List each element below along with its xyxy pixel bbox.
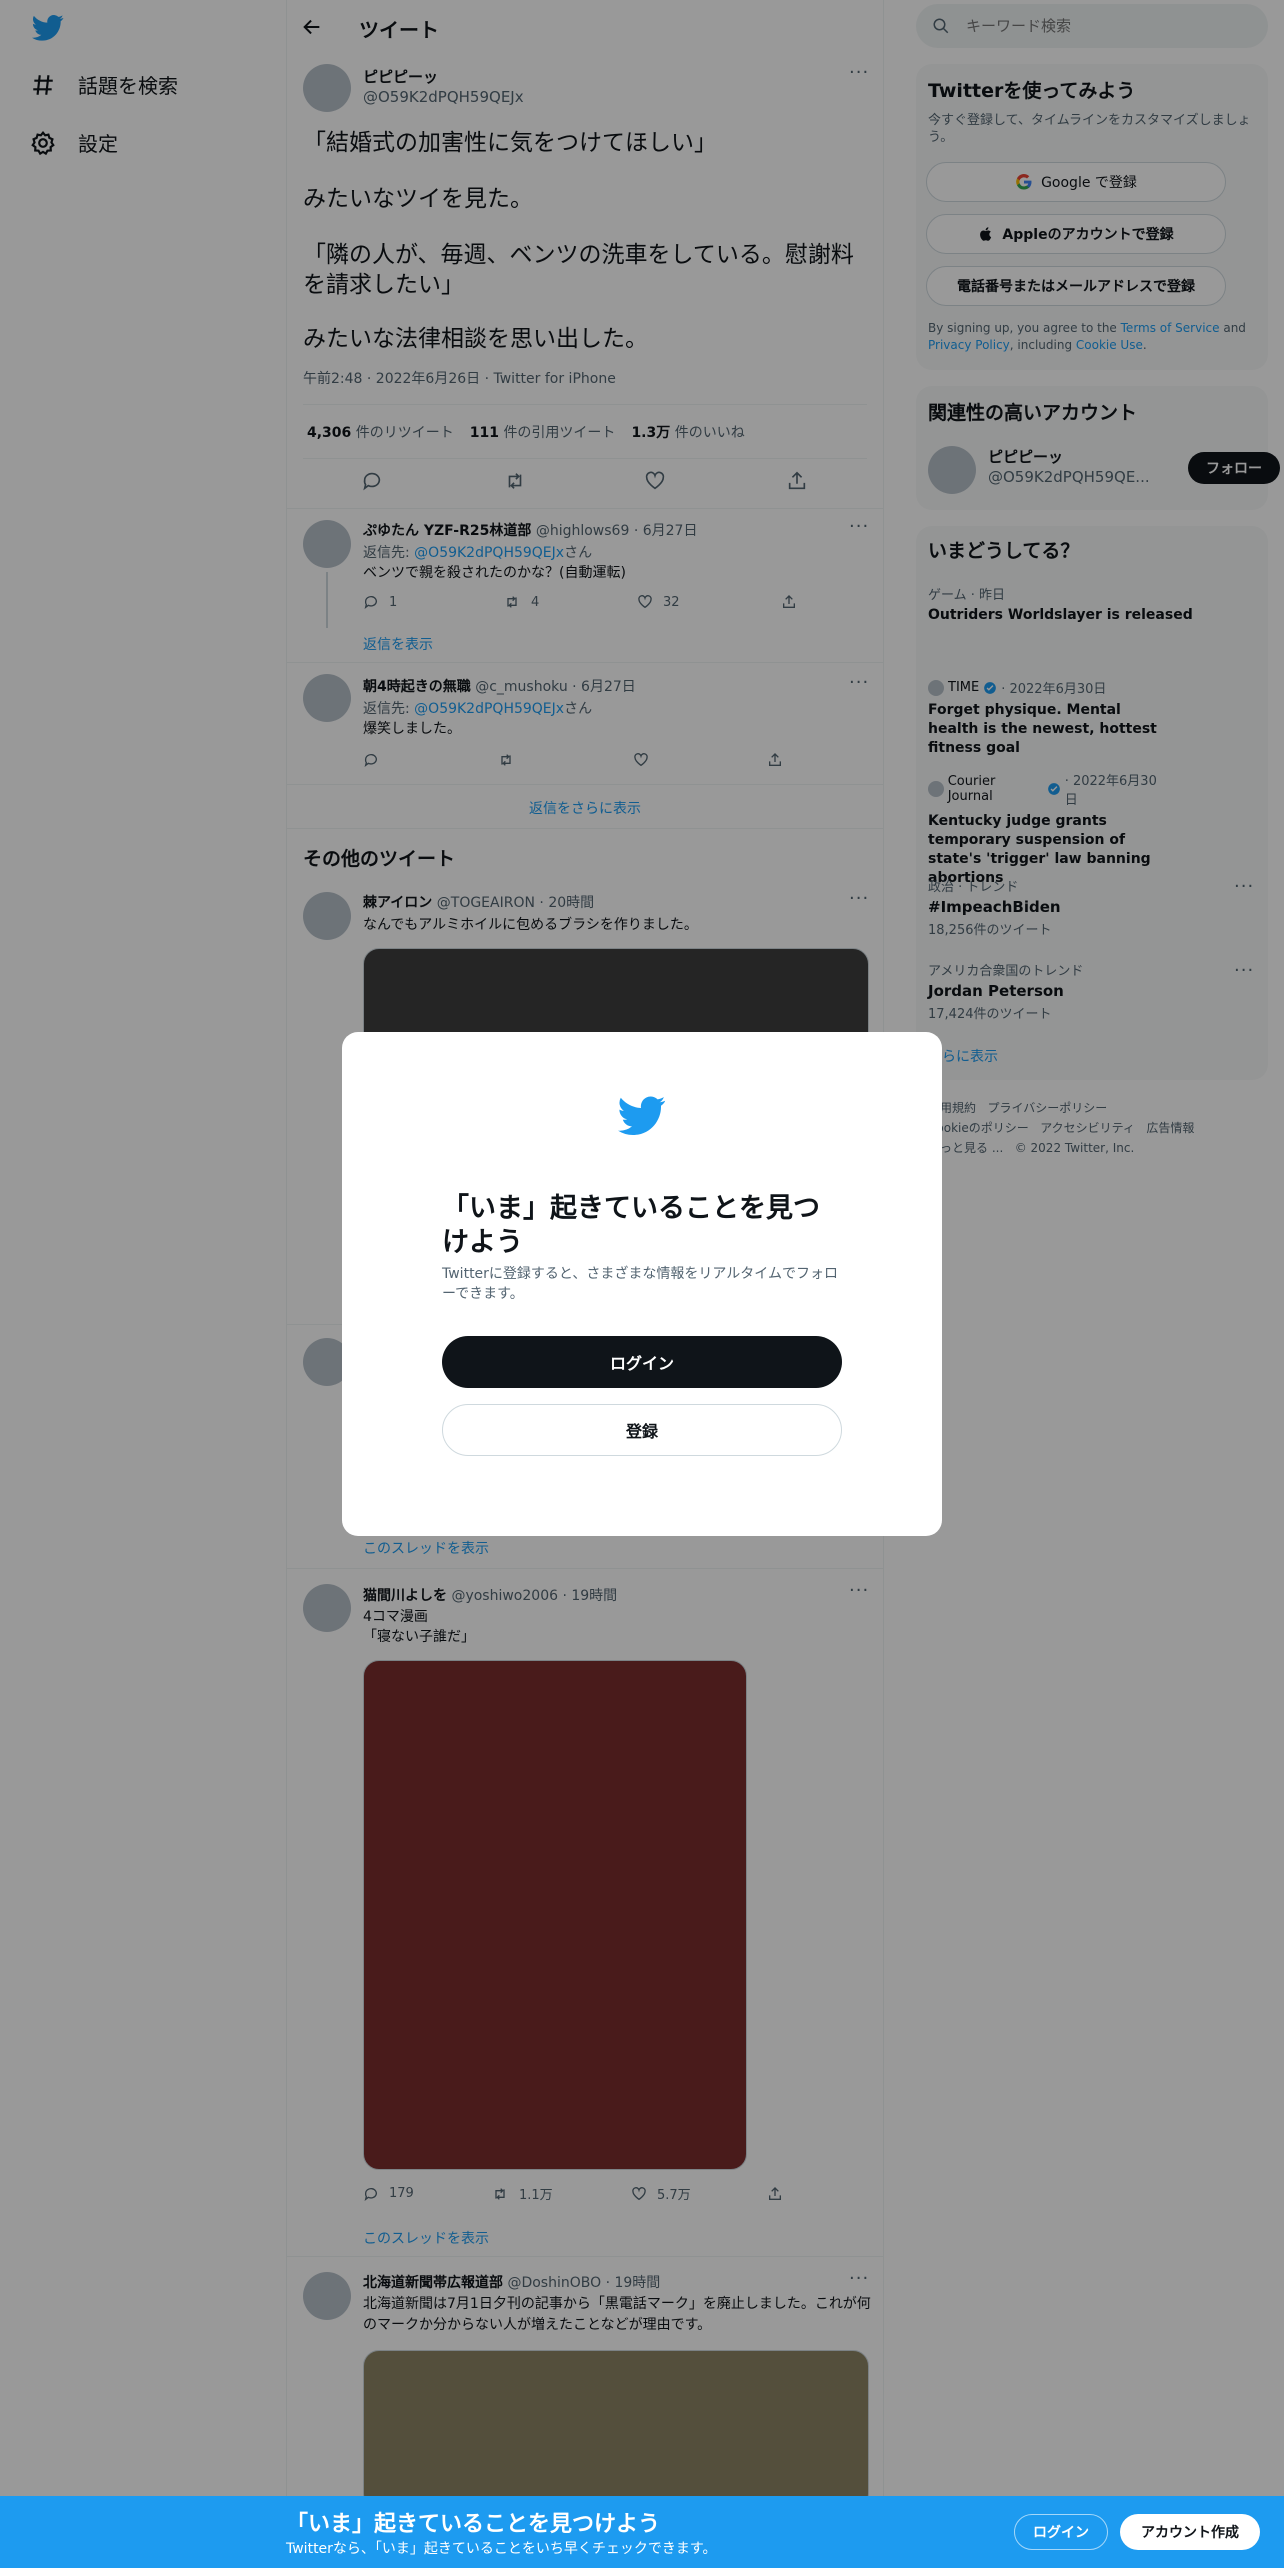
bottom-signup-bar: 「いま」起きていることを見つけよう Twitterなら、「いま」起きていることを… <box>0 2496 1284 2568</box>
login-modal: 「いま」起きていることを見つけよう Twitterに登録すると、さまざまな情報を… <box>342 1032 942 1536</box>
modal-title: 「いま」起きていることを見つけよう <box>442 1193 820 1258</box>
bottom-bar-title: 「いま」起きていることを見つけよう <box>286 2512 661 2537</box>
login-button[interactable]: ログイン <box>442 1336 842 1388</box>
bottom-signup-button[interactable]: アカウント作成 <box>1120 2514 1260 2550</box>
signup-button[interactable]: 登録 <box>442 1404 842 1456</box>
bottom-bar-subtitle: Twitterなら、「いま」起きていることをいち早くチェックできます。 <box>286 2541 717 2557</box>
modal-subtitle: Twitterに登録すると、さまざまな情報をリアルタイムでフォローできます。 <box>442 1266 838 1302</box>
twitter-bird-icon <box>618 1096 666 1136</box>
bottom-login-button[interactable]: ログイン <box>1014 2514 1108 2550</box>
